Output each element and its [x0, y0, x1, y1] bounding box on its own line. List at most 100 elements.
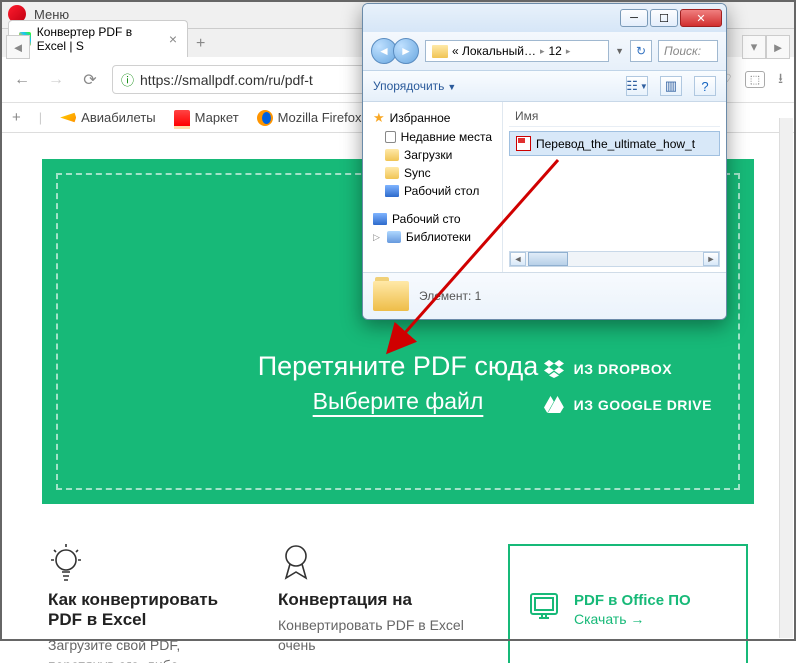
drop-text: Перетяните PDF сюда Выберите файл	[258, 351, 539, 415]
award-icon	[278, 544, 314, 580]
bookmark-market[interactable]: Маркет	[174, 110, 239, 126]
next-window-button[interactable]: ►	[766, 35, 790, 59]
folder-tree: ★Избранное Недавние места Загрузки Sync …	[363, 102, 503, 272]
feature-title: Как конвертировать PDF в Excel	[48, 590, 238, 630]
dialog-forward-button[interactable]: ►	[393, 38, 419, 64]
dropbox-icon	[544, 359, 564, 379]
expand-icon[interactable]: ▷	[373, 232, 380, 243]
from-gdrive-button[interactable]: ИЗ GOOGLE DRIVE	[544, 395, 712, 415]
organize-label: Упорядочить	[373, 79, 444, 93]
minimize-button[interactable]: ─	[620, 9, 648, 27]
download-indicator-button[interactable]: ⭳	[775, 68, 786, 92]
downloads-icon	[385, 149, 399, 161]
tab-title: Конвертер PDF в Excel | S	[37, 25, 159, 53]
close-button[interactable]: ✕	[680, 9, 722, 27]
feature-subtitle: Загрузите свой PDF, перетянув его, либо	[48, 636, 238, 663]
nav-arrows: ◄ ►	[371, 38, 419, 64]
lightbulb-icon	[48, 544, 84, 580]
gdrive-icon	[544, 395, 564, 415]
feature-subtitle: Конвертировать PDF в Excel очень	[278, 616, 468, 655]
maximize-button[interactable]: ☐	[650, 9, 678, 27]
dialog-search-input[interactable]: Поиск:	[658, 40, 718, 62]
market-icon	[174, 110, 190, 126]
organize-button[interactable]: Упорядочить▼	[373, 79, 456, 93]
drop-title: Перетяните PDF сюда	[258, 351, 539, 382]
bookmark-label: Маркет	[195, 110, 239, 125]
status-text: Элемент: 1	[419, 289, 481, 303]
new-tab-button[interactable]: +	[188, 31, 213, 57]
promo-title: PDF в Office ПО	[574, 592, 691, 609]
file-item[interactable]: Перевод_the_ultimate_how_t	[509, 131, 720, 156]
reload-button[interactable]: ⟳	[78, 68, 102, 92]
breadcrumb-segment: 12	[548, 44, 561, 58]
tree-recent[interactable]: Недавние места	[367, 128, 498, 146]
firefox-icon	[257, 110, 273, 126]
dialog-titlebar[interactable]: ─ ☐ ✕	[363, 4, 726, 32]
tree-downloads[interactable]: Загрузки	[367, 146, 498, 164]
tree-desktop2[interactable]: Рабочий сто	[367, 210, 498, 228]
dialog-status-bar: Элемент: 1	[363, 272, 726, 319]
breadcrumb-dropdown-button[interactable]: ▼	[615, 46, 624, 56]
tree-sync[interactable]: Sync	[367, 164, 498, 182]
pdf-icon	[516, 136, 531, 151]
scroll-thumb[interactable]	[528, 252, 568, 266]
dialog-body: ★Избранное Недавние места Загрузки Sync …	[363, 102, 726, 272]
folder-icon	[432, 45, 448, 58]
breadcrumb[interactable]: « Локальный… ▸ 12 ▸	[425, 40, 609, 62]
secure-lock-icon: ⓘ	[121, 70, 134, 89]
back-button[interactable]: ←	[10, 68, 34, 92]
chevron-right-icon: ▸	[566, 46, 571, 57]
folder-icon	[385, 167, 399, 179]
bookmark-firefox[interactable]: Mozilla Firefox	[257, 110, 362, 126]
file-list: Имя Перевод_the_ultimate_how_t ◄ ►	[503, 102, 726, 272]
folder-icon	[373, 281, 409, 311]
preview-pane-button[interactable]: ▥	[660, 76, 682, 96]
tab-close-button[interactable]: ×	[169, 32, 177, 46]
scroll-right-button[interactable]: ►	[703, 252, 719, 266]
tree-desktop[interactable]: Рабочий стол	[367, 182, 498, 200]
horizontal-scrollbar[interactable]: ◄ ►	[509, 251, 720, 267]
gdrive-label: ИЗ GOOGLE DRIVE	[574, 397, 712, 413]
column-header-name[interactable]: Имя	[509, 106, 720, 127]
vpn-button[interactable]: ⬚	[745, 71, 765, 88]
feature-conv: Конвертация на Конвертировать PDF в Exce…	[278, 544, 468, 663]
choose-file-link[interactable]: Выберите файл	[313, 388, 484, 415]
cloud-links: ИЗ DROPBOX ИЗ GOOGLE DRIVE	[544, 359, 712, 431]
forward-button[interactable]: →	[44, 68, 68, 92]
bookmark-label: Авиабилеты	[81, 110, 155, 125]
dialog-toolbar: Упорядочить▼ ☷▼ ▥ ?	[363, 71, 726, 102]
breadcrumb-segment: « Локальный…	[452, 44, 536, 58]
from-dropbox-button[interactable]: ИЗ DROPBOX	[544, 359, 712, 379]
dropbox-label: ИЗ DROPBOX	[574, 361, 673, 377]
refresh-button[interactable]: ↻	[630, 40, 652, 62]
file-open-dialog: ─ ☐ ✕ ◄ ► « Локальный… ▸ 12 ▸ ▼ ↻ Поиск:…	[362, 3, 727, 320]
promo-box[interactable]: PDF в Office ПО Скачать →	[508, 544, 748, 663]
bookmark-label: Mozilla Firefox	[278, 110, 362, 125]
chevron-down-icon: ▼	[447, 82, 456, 92]
scroll-left-button[interactable]: ◄	[510, 252, 526, 266]
feature-howto: Как конвертировать PDF в Excel Загрузите…	[48, 544, 238, 663]
tree-libraries[interactable]: ▷Библиотеки	[367, 228, 498, 246]
file-name: Перевод_the_ultimate_how_t	[536, 137, 695, 151]
window-dropdown-button[interactable]: ▾	[742, 35, 766, 59]
tree-favorites[interactable]: ★Избранное	[367, 108, 498, 128]
recent-icon	[385, 131, 396, 143]
plane-icon	[60, 110, 76, 126]
library-icon	[387, 231, 401, 243]
computer-icon	[526, 589, 562, 630]
feature-row: Как конвертировать PDF в Excel Загрузите…	[0, 504, 796, 663]
help-button[interactable]: ?	[694, 76, 716, 96]
star-icon: ★	[373, 110, 385, 126]
dialog-nav: ◄ ► « Локальный… ▸ 12 ▸ ▼ ↻ Поиск:	[363, 32, 726, 71]
desktop-icon	[385, 185, 399, 197]
page-scrollbar[interactable]	[779, 118, 793, 638]
prev-window-button[interactable]: ◄	[6, 35, 30, 59]
desktop-icon	[373, 213, 387, 225]
feature-title: Конвертация на	[278, 590, 468, 610]
promo-text: PDF в Office ПО Скачать →	[574, 592, 691, 627]
add-bookmark-button[interactable]: +	[12, 109, 21, 126]
promo-download-link[interactable]: Скачать →	[574, 611, 691, 627]
view-options-button[interactable]: ☷▼	[626, 76, 648, 96]
browser-tab[interactable]: Конвертер PDF в Excel | S ×	[8, 20, 188, 57]
bookmark-aviabilety[interactable]: Авиабилеты	[60, 110, 155, 126]
